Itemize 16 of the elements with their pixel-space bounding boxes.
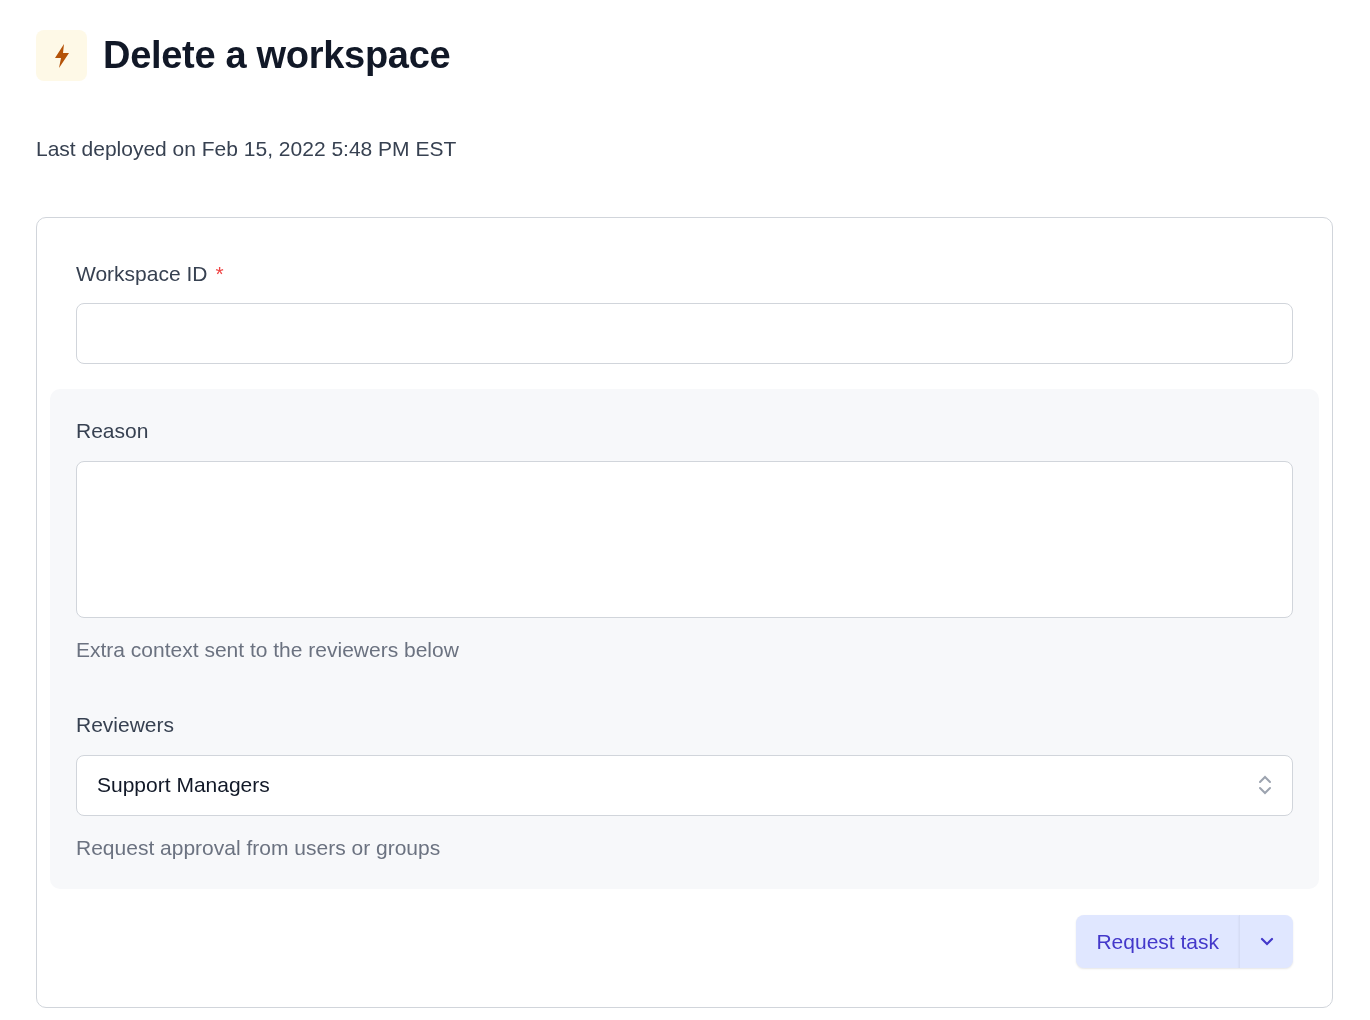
- request-task-button[interactable]: Request task: [1076, 915, 1239, 968]
- input-field[interactable]: [76, 303, 1293, 364]
- textarea-field[interactable]: [76, 460, 1293, 618]
- select-field[interactable]: Support Managers: [76, 754, 1293, 816]
- field-label: Workspace ID: [76, 261, 208, 285]
- dropdown-button[interactable]: [1239, 915, 1293, 968]
- lightning-icon: [36, 30, 87, 81]
- up-down-chevron-icon: [1258, 774, 1272, 796]
- last-deployed-text: Last deployed on Feb 15, 2022 5:48 PM EST: [36, 136, 458, 162]
- help-text: Request approval from users or groups: [76, 834, 442, 861]
- help-text: Extra context sent to the reviewers below: [76, 636, 460, 663]
- field-label: Reviewers: [76, 713, 175, 736]
- field-label: Reason: [76, 419, 149, 442]
- required-mark: *: [215, 261, 224, 285]
- page-title: Delete a workspace: [103, 32, 451, 78]
- chevron-down-icon: [1258, 936, 1275, 947]
